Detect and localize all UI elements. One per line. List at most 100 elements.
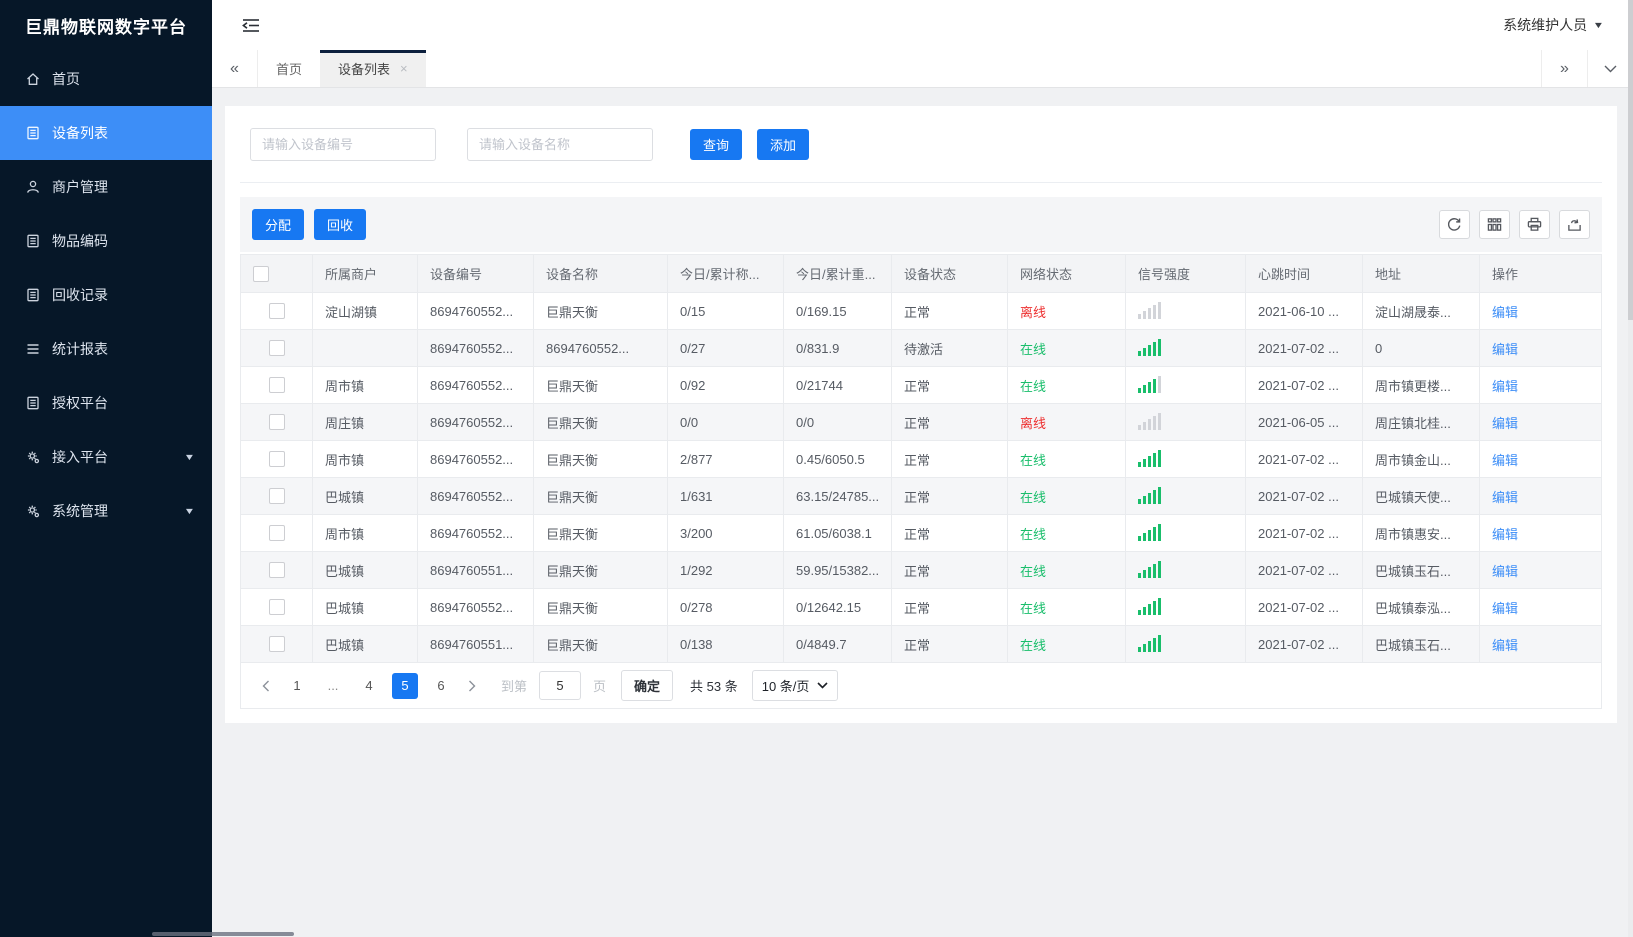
row-checkbox[interactable] — [268, 525, 285, 542]
add-button[interactable]: 添加 — [757, 129, 810, 160]
row-checkbox[interactable] — [268, 303, 285, 320]
heartbeat-cell: 2021-06-05 ... — [1245, 403, 1363, 441]
row-checkbox[interactable] — [268, 636, 285, 653]
sidebar-item-0[interactable]: 首页 — [0, 52, 212, 106]
row-checkbox[interactable] — [268, 377, 285, 394]
sidebar-item-5[interactable]: 统计报表 — [0, 322, 212, 376]
column-settings-icon[interactable] — [1479, 210, 1510, 239]
tabs-scroll-right-icon[interactable]: » — [1541, 50, 1587, 87]
merchant-cell: 淀山湖镇 — [312, 292, 418, 330]
weight-cell: 0/169.15 — [783, 292, 892, 330]
action-cell: 编辑 — [1479, 477, 1602, 515]
chevron-down-icon — [817, 682, 828, 689]
column-header: 心跳时间 — [1245, 254, 1363, 293]
horizontal-scrollbar-thumb[interactable] — [152, 932, 294, 936]
edit-link[interactable]: 编辑 — [1492, 305, 1518, 320]
edit-link[interactable]: 编辑 — [1492, 564, 1518, 579]
sidebar-item-label: 接入平台 — [52, 449, 108, 465]
page-number[interactable]: 4 — [356, 673, 382, 699]
prev-page-icon[interactable] — [253, 673, 279, 699]
edit-link[interactable]: 编辑 — [1492, 453, 1518, 468]
confirm-button[interactable]: 确定 — [621, 670, 674, 701]
count-cell: 0/278 — [667, 588, 784, 626]
main-area: 系统维护人员 ▼ « 首页 设备列表 × » 请输入设备编号 请输入设备名称 查… — [212, 0, 1633, 937]
network-status-text: 在线 — [1020, 452, 1047, 468]
tab-device-list[interactable]: 设备列表 × — [320, 50, 426, 87]
pagination: 1... 456 到第 页 确定 共 53 条 10 条/页 — [240, 663, 1602, 709]
network-cell: 离线 — [1007, 292, 1126, 330]
address-cell: 0 — [1362, 329, 1480, 367]
edit-link[interactable]: 编辑 — [1492, 416, 1518, 431]
network-status-text: 在线 — [1020, 563, 1047, 579]
row-checkbox[interactable] — [268, 488, 285, 505]
signal-bars-icon — [1138, 412, 1161, 430]
sidebar-item-7[interactable]: 接入平台 ▼ — [0, 430, 212, 484]
signal-bars-icon — [1138, 523, 1161, 541]
sidebar-item-4[interactable]: 回收记录 — [0, 268, 212, 322]
column-header: 操作 — [1479, 254, 1602, 293]
recycle-button[interactable]: 回收 — [314, 209, 367, 240]
table-row: 周庄镇 8694760552... 巨鼎天衡 0/0 0/0 正常 离线 2021-06-05… — [240, 403, 1602, 441]
sidebar-item-8[interactable]: 系统管理 ▼ — [0, 484, 212, 538]
device-name-cell: 巨鼎天衡 — [533, 440, 668, 478]
tabs-scroll-left-icon[interactable]: « — [212, 50, 258, 87]
count-cell: 0/138 — [667, 625, 784, 663]
assign-button[interactable]: 分配 — [252, 209, 305, 240]
page-number[interactable]: 5 — [392, 672, 418, 699]
user-menu[interactable]: 系统维护人员 ▼ — [1503, 15, 1604, 35]
row-checkbox[interactable] — [268, 451, 285, 468]
edit-link[interactable]: 编辑 — [1492, 379, 1518, 394]
sidebar-item-3[interactable]: 物品编码 — [0, 214, 212, 268]
sidebar-item-2[interactable]: 商户管理 — [0, 160, 212, 214]
row-checkbox[interactable] — [268, 562, 285, 579]
sidebar-item-label: 商户管理 — [52, 179, 108, 195]
export-icon[interactable] — [1559, 210, 1590, 239]
page-number[interactable]: 1 — [284, 673, 310, 699]
next-page-icon[interactable] — [459, 673, 485, 699]
edit-link[interactable]: 编辑 — [1492, 638, 1518, 653]
network-cell: 在线 — [1007, 588, 1126, 626]
edit-link[interactable]: 编辑 — [1492, 601, 1518, 616]
device-no-cell: 8694760552... — [417, 403, 534, 441]
checkbox-cell — [240, 440, 313, 478]
merchant-cell: 周庄镇 — [312, 403, 418, 441]
heartbeat-cell: 2021-06-10 ... — [1245, 292, 1363, 330]
tabs-menu-icon[interactable] — [1587, 50, 1633, 87]
page-ellipsis: ... — [327, 677, 339, 693]
vertical-scrollbar-thumb[interactable] — [1628, 0, 1633, 320]
weight-cell: 61.05/6038.1 — [783, 514, 892, 552]
edit-link[interactable]: 编辑 — [1492, 527, 1518, 542]
select-all-checkbox[interactable] — [253, 265, 269, 282]
signal-bars-icon — [1138, 597, 1161, 615]
status-cell: 正常 — [891, 625, 1008, 663]
tab-home[interactable]: 首页 — [258, 50, 320, 87]
network-cell: 离线 — [1007, 403, 1126, 441]
device-no-input[interactable] — [250, 128, 436, 161]
sidebar-item-6[interactable]: 授权平台 — [0, 376, 212, 430]
merchant-icon — [24, 178, 42, 196]
query-button[interactable]: 查询 — [690, 129, 743, 160]
row-checkbox[interactable] — [268, 414, 285, 431]
menu-collapse-icon[interactable] — [242, 18, 260, 33]
tab-close-icon[interactable]: × — [400, 62, 408, 75]
sidebar-item-1[interactable]: 设备列表 — [0, 106, 212, 160]
device-name-input[interactable] — [467, 128, 653, 161]
count-cell: 1/631 — [667, 477, 784, 515]
row-checkbox[interactable] — [268, 599, 285, 616]
print-icon[interactable] — [1519, 210, 1550, 239]
edit-link[interactable]: 编辑 — [1492, 342, 1518, 357]
page-size-select[interactable]: 10 条/页 — [751, 670, 839, 701]
vertical-scrollbar[interactable] — [1628, 0, 1633, 937]
action-cell: 编辑 — [1479, 366, 1602, 404]
page-number[interactable]: 6 — [428, 673, 454, 699]
edit-link[interactable]: 编辑 — [1492, 490, 1518, 505]
checkbox-cell — [240, 514, 313, 552]
jump-page-input[interactable] — [539, 671, 582, 700]
weight-cell: 0/4849.7 — [783, 625, 892, 663]
device-no-cell: 8694760552... — [417, 440, 534, 478]
row-checkbox[interactable] — [268, 340, 285, 357]
refresh-icon[interactable] — [1439, 210, 1470, 239]
status-cell: 正常 — [891, 366, 1008, 404]
network-cell: 在线 — [1007, 551, 1126, 589]
table-row: 巴城镇 8694760552... 巨鼎天衡 0/278 0/12642.15 正常 在线 2… — [240, 588, 1602, 626]
